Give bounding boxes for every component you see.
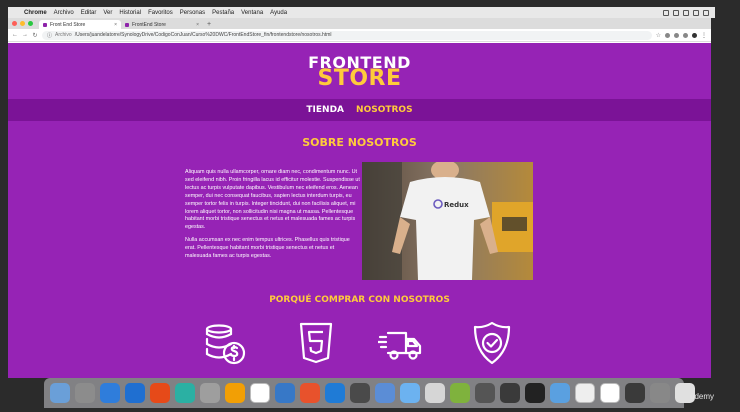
dock-app-icon[interactable] bbox=[425, 383, 445, 403]
about-text: Aliquam quis nulla ullamcorper, ornare d… bbox=[185, 169, 360, 266]
favicon-icon bbox=[43, 22, 47, 27]
menu-archivo[interactable]: Archivo bbox=[54, 10, 74, 16]
close-window-icon[interactable] bbox=[12, 21, 17, 26]
dock-app-icon[interactable] bbox=[400, 383, 420, 403]
toolbar-icons: ☆ ⋮ bbox=[656, 32, 707, 39]
dock-app-icon[interactable] bbox=[550, 383, 570, 403]
menu-pestana[interactable]: Pestaña bbox=[212, 10, 234, 16]
delivery-truck-icon bbox=[378, 331, 422, 360]
dock-app-icon[interactable] bbox=[625, 383, 645, 403]
extension-icon[interactable] bbox=[674, 32, 679, 38]
status-icon[interactable] bbox=[693, 9, 699, 16]
browser-toolbar: ← → ↻ ⓘ Archivo /Users/juandelatorre/Syn… bbox=[8, 29, 711, 42]
browser-window: Front End Store × FrontEnd Store × + ← →… bbox=[8, 18, 711, 378]
about-paragraph: Aliquam quis nulla ullamcorper, ornare d… bbox=[185, 169, 360, 231]
address-text: /Users/juandelatorre/SynologyDrive/Codig… bbox=[74, 32, 332, 38]
minimize-window-icon[interactable] bbox=[20, 21, 25, 26]
shield-check-icon bbox=[473, 321, 511, 365]
dock-app-icon[interactable] bbox=[200, 383, 220, 403]
dock-app-icon[interactable] bbox=[225, 383, 245, 403]
info-icon[interactable]: ⓘ bbox=[47, 32, 52, 39]
favicon-icon bbox=[125, 22, 129, 27]
status-icon[interactable] bbox=[663, 9, 669, 16]
coins-dollar-icon bbox=[205, 324, 246, 365]
dock-app-icon[interactable] bbox=[450, 383, 470, 403]
bookmark-star-icon[interactable]: ☆ bbox=[656, 32, 661, 39]
menu-historial[interactable]: Historial bbox=[119, 10, 141, 16]
nav-link-nosotros[interactable]: NOSOTROS bbox=[356, 105, 413, 115]
html5-icon bbox=[299, 322, 333, 364]
extension-icon[interactable] bbox=[665, 32, 670, 38]
tab-frontend-store[interactable]: FrontEnd Store × bbox=[121, 20, 203, 29]
mac-dock bbox=[44, 378, 695, 408]
dock-app-icon[interactable] bbox=[100, 383, 120, 403]
status-icons bbox=[663, 9, 715, 16]
menu-favoritos[interactable]: Favoritos bbox=[148, 10, 173, 16]
dock-app-icon[interactable] bbox=[375, 383, 395, 403]
dock-app-icon[interactable] bbox=[475, 383, 495, 403]
dock-app-icon[interactable] bbox=[250, 383, 270, 403]
new-tab-button[interactable]: + bbox=[207, 21, 211, 28]
menu-ventana[interactable]: Ventana bbox=[241, 10, 263, 16]
dock-app-icon[interactable] bbox=[525, 383, 545, 403]
address-bar[interactable]: ⓘ Archivo /Users/juandelatorre/SynologyD… bbox=[42, 30, 652, 40]
dock-app-icon[interactable] bbox=[175, 383, 195, 403]
menu-editar[interactable]: Editar bbox=[81, 10, 97, 16]
about-title: SOBRE NOSOTROS bbox=[302, 136, 417, 149]
tab-label: Front End Store bbox=[50, 21, 86, 28]
udemy-watermark: ūdemy bbox=[690, 392, 715, 401]
forward-icon[interactable]: → bbox=[22, 32, 28, 38]
tab-front-end-store[interactable]: Front End Store × bbox=[39, 20, 121, 29]
dock-app-icon[interactable] bbox=[275, 383, 295, 403]
dock-app-icon[interactable] bbox=[350, 383, 370, 403]
features-row bbox=[8, 321, 711, 366]
maximize-window-icon[interactable] bbox=[28, 21, 33, 26]
profile-icon[interactable] bbox=[692, 32, 697, 38]
about-photo: Redux bbox=[362, 162, 533, 280]
about-paragraph: Nulla accumsan ex nec enim tempus ultric… bbox=[185, 237, 350, 260]
extension-icon[interactable] bbox=[683, 32, 688, 38]
site-navigation: TIENDA NOSOTROS bbox=[8, 99, 711, 121]
address-scheme: Archivo bbox=[55, 32, 72, 38]
dock-app-icon[interactable] bbox=[575, 383, 595, 403]
status-icon[interactable] bbox=[683, 9, 689, 16]
menu-dots-icon[interactable]: ⋮ bbox=[701, 32, 707, 39]
close-tab-icon[interactable]: × bbox=[196, 22, 199, 28]
menu-ver[interactable]: Ver bbox=[103, 10, 112, 16]
why-title: PORQUÉ COMPRAR CON NOSOTROS bbox=[269, 295, 450, 305]
reload-icon[interactable]: ↻ bbox=[32, 32, 38, 39]
menu-chrome[interactable]: Chrome bbox=[24, 10, 47, 16]
tab-bar: Front End Store × FrontEnd Store × + bbox=[8, 18, 711, 29]
nav-link-tienda[interactable]: TIENDA bbox=[306, 105, 344, 115]
status-icon[interactable] bbox=[703, 9, 709, 16]
screen: Chrome Archivo Editar Ver Historial Favo… bbox=[0, 0, 740, 412]
web-page: FRONTEND STORE TIENDA NOSOTROS SOBRE NOS… bbox=[8, 43, 711, 378]
menu-ayuda[interactable]: Ayuda bbox=[270, 10, 287, 16]
window-controls bbox=[12, 21, 33, 26]
dock-app-icon[interactable] bbox=[50, 383, 70, 403]
dock-app-icon[interactable] bbox=[150, 383, 170, 403]
dock-app-icon[interactable] bbox=[300, 383, 320, 403]
tab-label: FrontEnd Store bbox=[132, 21, 166, 28]
menu-personas[interactable]: Personas bbox=[180, 10, 205, 16]
status-icon[interactable] bbox=[673, 9, 679, 16]
logo-store[interactable]: STORE bbox=[8, 66, 711, 91]
dock-app-icon[interactable] bbox=[600, 383, 620, 403]
close-tab-icon[interactable]: × bbox=[114, 22, 117, 28]
dock-app-icon[interactable] bbox=[500, 383, 520, 403]
mac-menubar: Chrome Archivo Editar Ver Historial Favo… bbox=[8, 7, 715, 18]
dock-app-icon[interactable] bbox=[75, 383, 95, 403]
dock-app-icon[interactable] bbox=[125, 383, 145, 403]
tshirt-model-photo: Redux bbox=[362, 162, 533, 280]
dock-app-icon[interactable] bbox=[325, 383, 345, 403]
dock-app-icon[interactable] bbox=[650, 383, 670, 403]
back-icon[interactable]: ← bbox=[12, 32, 18, 38]
shirt-text: Redux bbox=[444, 201, 469, 209]
